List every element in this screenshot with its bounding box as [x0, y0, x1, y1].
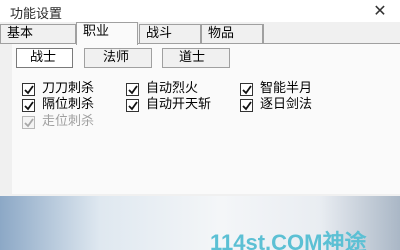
site-watermark: 114st.COM神途 [210, 230, 367, 250]
checkbox[interactable] [126, 83, 139, 96]
subtab-taoist[interactable]: 道士 [162, 48, 230, 68]
close-button[interactable]: ✕ [370, 1, 390, 21]
checkbox-disabled [22, 116, 35, 129]
subtab-warrior[interactable]: 战士 [16, 48, 73, 68]
option-sun-chasing-sword[interactable]: 逐日剑法 [240, 97, 340, 113]
tab-items[interactable]: 物品 [201, 24, 263, 44]
tab-overflow-edge [263, 24, 264, 44]
settings-dialog: 功能设置 ✕ 基本 职业 战斗 物品 战士 法师 道士 刀刀刺杀 自动烈火 智能… [0, 0, 400, 196]
option-auto-sky-slash[interactable]: 自动开天斩 [126, 97, 238, 113]
checkbox[interactable] [240, 99, 253, 112]
title-bar: 功能设置 ✕ [0, 0, 400, 22]
tab-basic[interactable]: 基本 [0, 24, 76, 44]
option-smart-half-moon[interactable]: 智能半月 [240, 81, 340, 97]
option-auto-flame[interactable]: 自动烈火 [126, 81, 226, 97]
main-tab-bar: 基本 职业 战斗 物品 [0, 22, 400, 45]
window-title: 功能设置 [10, 7, 63, 22]
option-every-hit-thrust[interactable]: 刀刀刺杀 [22, 81, 122, 97]
tab-combat[interactable]: 战斗 [139, 24, 201, 44]
option-gap-thrust[interactable]: 隔位刺杀 [22, 97, 122, 113]
option-move-thrust: 走位刺杀 [22, 114, 122, 130]
tab-profession[interactable]: 职业 [76, 22, 138, 45]
subtab-mage[interactable]: 法师 [84, 48, 152, 68]
checkbox[interactable] [22, 83, 35, 96]
checkbox[interactable] [126, 99, 139, 112]
checkbox[interactable] [22, 99, 35, 112]
profession-panel: 战士 法师 道士 刀刀刺杀 自动烈火 智能半月 隔位刺杀 自动开天斩 逐日剑法 … [12, 44, 400, 194]
checkbox[interactable] [240, 83, 253, 96]
